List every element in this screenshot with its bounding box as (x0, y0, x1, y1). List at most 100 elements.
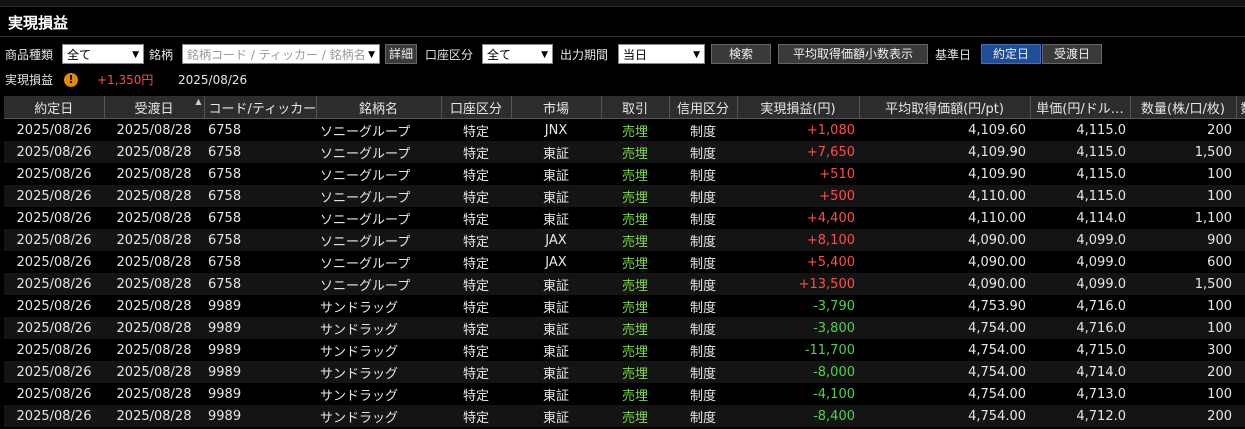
cell-delivery-date: 2025/08/28 (104, 383, 204, 405)
table-row[interactable]: 2025/08/26 2025/08/28 9989 サンドラッグ 特定 東証 売埋 制度 -8… (4, 405, 1245, 427)
table-row[interactable]: 2025/08/26 2025/08/28 6758 ソニーグループ 特定 JAX 売埋 制度… (4, 229, 1245, 251)
col-header-quantity[interactable]: 数量(株/口/枚) (1130, 96, 1237, 119)
col-header-avg-cost[interactable]: 平均取得価額(円/pt) (859, 96, 1031, 119)
decimal-display-button[interactable]: 平均取得価額小数表示 (778, 44, 928, 64)
delivery-date-button[interactable]: 受渡日 (1042, 44, 1102, 64)
cell-symbol-name: ソニーグループ (316, 229, 441, 251)
cell-more (1236, 229, 1245, 251)
col-header-code-ticker[interactable]: コード/ティッカー (204, 96, 317, 119)
detail-button[interactable]: 詳細 (385, 44, 417, 64)
cell-avg-cost: 4,110.00 (859, 207, 1030, 229)
cell-realized-pl: -3,800 (737, 317, 859, 339)
summary-date: 2025/08/26 (178, 73, 248, 87)
cell-trade-type: 売埋 (601, 185, 669, 207)
cell-contract-date: 2025/08/26 (4, 339, 104, 361)
cell-symbol-name: サンドラッグ (316, 339, 441, 361)
cell-delivery-date: 2025/08/28 (104, 361, 204, 383)
cell-unit-price: 4,715.0 (1030, 339, 1130, 361)
cell-symbol-name: サンドラッグ (316, 361, 441, 383)
cell-margin-type: 制度 (669, 185, 737, 207)
col-header-symbol-name[interactable]: 銘柄名 (316, 96, 442, 119)
cell-realized-pl: +500 (737, 185, 859, 207)
chevron-down-icon: ▼ (132, 50, 139, 60)
period-select[interactable]: 当日 ▼ (618, 44, 705, 64)
col-header-market[interactable]: 市場 (511, 96, 602, 119)
col-header-margin-type[interactable]: 信用区分 (669, 96, 738, 119)
cell-unit-price: 4,716.0 (1030, 317, 1130, 339)
cell-avg-cost: 4,109.90 (859, 141, 1030, 163)
symbol-label: 銘柄 (149, 48, 174, 62)
cell-unit-price: 4,115.0 (1030, 185, 1130, 207)
contract-date-button[interactable]: 約定日 (981, 44, 1041, 64)
cell-avg-cost: 4,754.00 (859, 405, 1030, 427)
cell-trade-type: 売埋 (601, 361, 669, 383)
cell-symbol-name: ソニーグループ (316, 185, 441, 207)
table-row[interactable]: 2025/08/26 2025/08/28 6758 ソニーグループ 特定 東証 売埋 制度 +… (4, 185, 1245, 207)
cell-market: 東証 (511, 273, 601, 295)
cell-market: 東証 (511, 141, 601, 163)
table-row[interactable]: 2025/08/26 2025/08/28 6758 ソニーグループ 特定 東証 売埋 制度 +… (4, 273, 1245, 295)
cell-code: 6758 (204, 251, 316, 273)
table-row[interactable]: 2025/08/26 2025/08/28 6758 ソニーグループ 特定 東証 売埋 制度 +… (4, 207, 1245, 229)
title-divider (0, 36, 1245, 37)
search-button[interactable]: 検索 (711, 44, 771, 64)
cell-quantity: 100 (1130, 317, 1236, 339)
cell-realized-pl: -8,000 (737, 361, 859, 383)
account-type-select[interactable]: 全て ▼ (482, 44, 553, 64)
cell-delivery-date: 2025/08/28 (104, 118, 204, 141)
cell-market: 東証 (511, 317, 601, 339)
table-row[interactable]: 2025/08/26 2025/08/28 6758 ソニーグループ 特定 JNX 売埋 制度… (4, 118, 1245, 141)
cell-code: 9989 (204, 317, 316, 339)
cell-symbol-name: サンドラッグ (316, 317, 441, 339)
cell-code: 6758 (204, 118, 316, 141)
cell-avg-cost: 4,753.90 (859, 295, 1030, 317)
col-header-contract-date[interactable]: 約定日 (4, 96, 105, 119)
cell-trade-type: 売埋 (601, 141, 669, 163)
cell-account-type: 特定 (441, 273, 511, 295)
cell-trade-type: 売埋 (601, 251, 669, 273)
col-header-realized-pl[interactable]: 実現損益(円) (737, 96, 860, 119)
cell-margin-type: 制度 (669, 163, 737, 185)
cell-unit-price: 4,716.0 (1030, 295, 1130, 317)
cell-contract-date: 2025/08/26 (4, 405, 104, 427)
cell-realized-pl: -3,790 (737, 295, 859, 317)
cell-account-type: 特定 (441, 317, 511, 339)
table-row[interactable]: 2025/08/26 2025/08/28 9989 サンドラッグ 特定 東証 売埋 制度 -8… (4, 361, 1245, 383)
cell-realized-pl: +7,650 (737, 141, 859, 163)
col-header-account-type[interactable]: 口座区分 (441, 96, 512, 119)
cell-delivery-date: 2025/08/28 (104, 141, 204, 163)
cell-margin-type: 制度 (669, 317, 737, 339)
cell-account-type: 特定 (441, 207, 511, 229)
cell-contract-date: 2025/08/26 (4, 163, 104, 185)
table-row[interactable]: 2025/08/26 2025/08/28 9989 サンドラッグ 特定 東証 売埋 制度 -4… (4, 383, 1245, 405)
product-type-select[interactable]: 全て ▼ (62, 44, 144, 64)
cell-contract-date: 2025/08/26 (4, 229, 104, 251)
cell-account-type: 特定 (441, 118, 511, 141)
cell-market: 東証 (511, 383, 601, 405)
cell-account-type: 特定 (441, 339, 511, 361)
cell-unit-price: 4,115.0 (1030, 141, 1130, 163)
col-header-unit-price[interactable]: 単価(円/ドル… (1030, 96, 1131, 119)
cell-account-type: 特定 (441, 141, 511, 163)
cell-code: 6758 (204, 141, 316, 163)
warning-icon[interactable]: ! (64, 73, 78, 87)
col-header-more[interactable]: 数 (1236, 96, 1245, 119)
table-row[interactable]: 2025/08/26 2025/08/28 9989 サンドラッグ 特定 東証 売埋 制度 -3… (4, 295, 1245, 317)
cell-avg-cost: 4,754.00 (859, 317, 1030, 339)
cell-market: JAX (511, 251, 601, 273)
table-row[interactable]: 2025/08/26 2025/08/28 9989 サンドラッグ 特定 東証 売埋 制度 -1… (4, 339, 1245, 361)
symbol-input[interactable]: 銘柄コード / ティッカー / 銘柄名 ▼ (182, 44, 380, 64)
col-header-trade-type[interactable]: 取引 (601, 96, 670, 119)
cell-more (1236, 185, 1245, 207)
cell-realized-pl: +1,080 (737, 118, 859, 141)
cell-trade-type: 売埋 (601, 295, 669, 317)
cell-margin-type: 制度 (669, 383, 737, 405)
table-row[interactable]: 2025/08/26 2025/08/28 9989 サンドラッグ 特定 東証 売埋 制度 -3… (4, 317, 1245, 339)
cell-market: 東証 (511, 207, 601, 229)
table-row[interactable]: 2025/08/26 2025/08/28 6758 ソニーグループ 特定 JAX 売埋 制度… (4, 251, 1245, 273)
table-row[interactable]: 2025/08/26 2025/08/28 6758 ソニーグループ 特定 東証 売埋 制度 +… (4, 141, 1245, 163)
table-row[interactable]: 2025/08/26 2025/08/28 6758 ソニーグループ 特定 東証 売埋 制度 +… (4, 163, 1245, 185)
cell-contract-date: 2025/08/26 (4, 141, 104, 163)
cell-realized-pl: +8,100 (737, 229, 859, 251)
col-header-delivery-date[interactable]: 受渡日 ▲ (104, 96, 205, 119)
